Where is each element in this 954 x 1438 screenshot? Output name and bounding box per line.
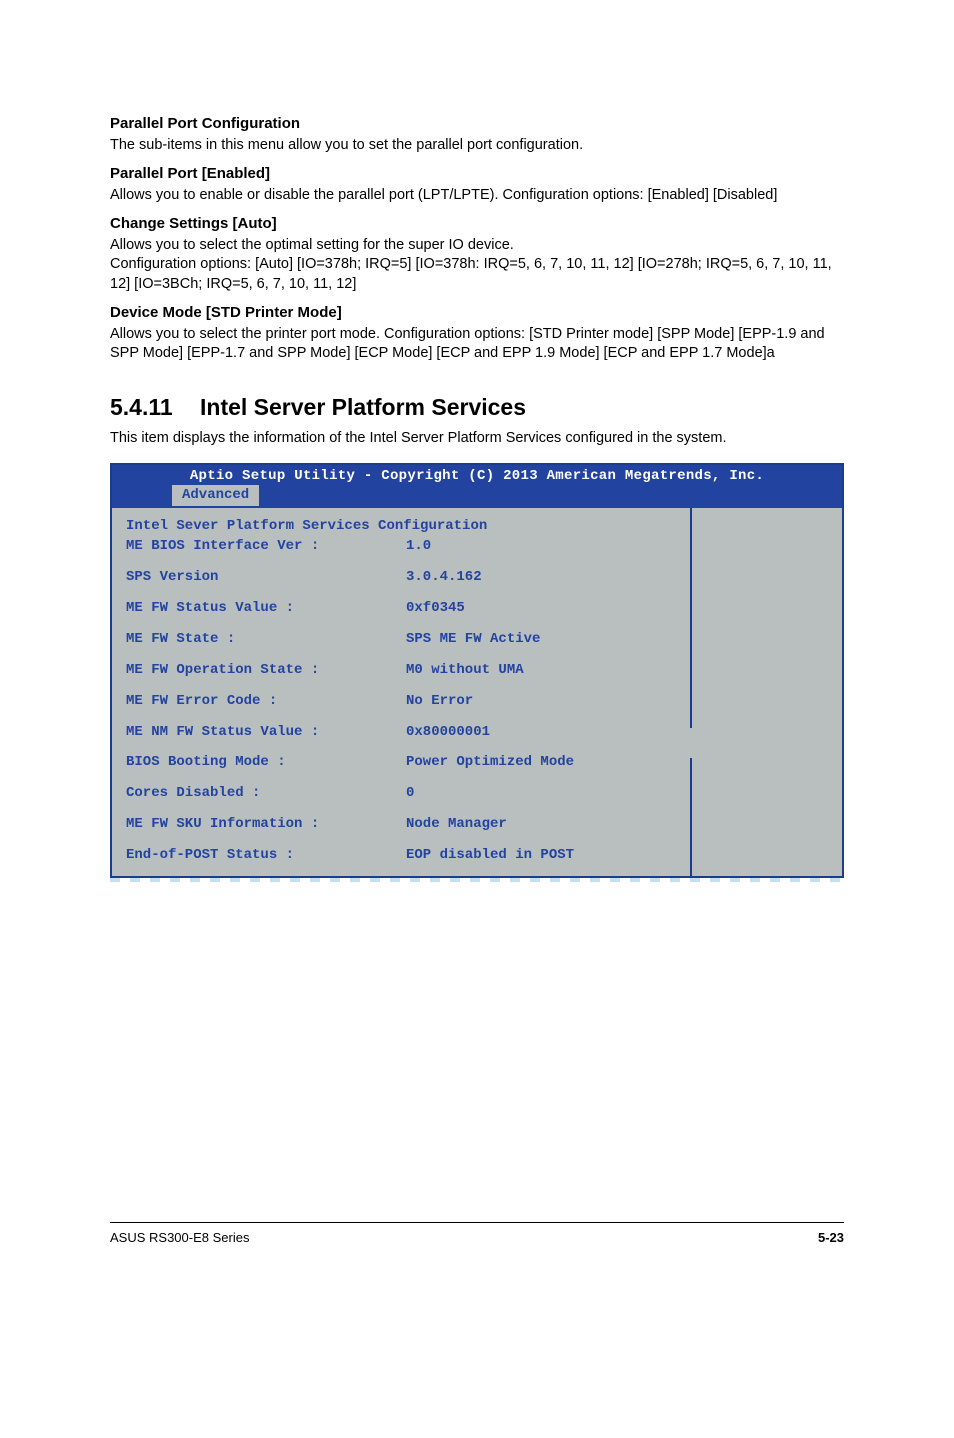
section-subtext: This item displays the information of th… [110, 429, 844, 449]
bios-torn-edge [110, 878, 844, 882]
bios-tab-advanced: Advanced [172, 485, 259, 506]
bios-row: SPS Version3.0.4.162 [126, 568, 828, 587]
bios-val: 0x80000001 [406, 723, 828, 742]
bios-spacer [126, 681, 828, 691]
bios-spacer [126, 804, 828, 814]
bios-screenshot: Aptio Setup Utility - Copyright (C) 2013… [110, 463, 844, 878]
heading-parallel-port-enabled: Parallel Port [Enabled] [110, 164, 844, 184]
bios-spacer [126, 712, 828, 722]
heading-device-mode: Device Mode [STD Printer Mode] [110, 303, 844, 323]
bios-key: ME FW SKU Information : [126, 815, 406, 834]
bios-val: 1.0 [406, 537, 828, 556]
bios-spacer [126, 557, 828, 567]
bios-tabrow: Advanced [112, 485, 842, 508]
bios-key: ME FW Status Value : [126, 599, 406, 618]
para-change-settings-1: Allows you to select the optimal setting… [110, 236, 844, 256]
para-device-mode: Allows you to select the printer port mo… [110, 325, 844, 364]
heading-parallel-config: Parallel Port Configuration [110, 114, 844, 134]
section-title-text: Intel Server Platform Services [200, 394, 526, 420]
heading-change-settings: Change Settings [Auto] [110, 214, 844, 234]
section-heading: 5.4.11Intel Server Platform Services [110, 392, 844, 423]
bios-key: ME BIOS Interface Ver : [126, 537, 406, 556]
bios-key: ME FW State : [126, 630, 406, 649]
bios-val: No Error [406, 692, 828, 711]
bios-key: Intel Sever Platform Services Configurat… [126, 517, 487, 536]
bios-row: BIOS Booting Mode :Power Optimized Mode [126, 753, 828, 772]
bios-spacer [126, 742, 828, 752]
bios-row: ME FW Error Code :No Error [126, 692, 828, 711]
bios-val: 0xf0345 [406, 599, 828, 618]
bios-key: Cores Disabled : [126, 784, 406, 803]
bios-val: M0 without UMA [406, 661, 828, 680]
bios-val: EOP disabled in POST [406, 846, 828, 865]
bios-key: End-of-POST Status : [126, 846, 406, 865]
bios-spacer [126, 835, 828, 845]
bios-titlebar: Aptio Setup Utility - Copyright (C) 2013… [112, 465, 842, 486]
bios-val: 0 [406, 784, 828, 803]
bios-body: Intel Sever Platform Services Configurat… [112, 508, 842, 876]
section-number: 5.4.11 [110, 392, 200, 423]
para-change-settings-2: Configuration options: [Auto] [IO=378h; … [110, 255, 844, 294]
para-parallel-port-enabled: Allows you to enable or disable the para… [110, 186, 844, 206]
bios-key: SPS Version [126, 568, 406, 587]
bios-key: BIOS Booting Mode : [126, 753, 406, 772]
bios-val: Power Optimized Mode [406, 753, 828, 772]
bios-key: ME NM FW Status Value : [126, 723, 406, 742]
bios-row: ME FW Operation State :M0 without UMA [126, 661, 828, 680]
footer-page-number: 5-23 [818, 1229, 844, 1247]
para-parallel-config: The sub-items in this menu allow you to … [110, 136, 844, 156]
bios-row: ME FW State :SPS ME FW Active [126, 630, 828, 649]
page-footer: ASUS RS300-E8 Series 5-23 [110, 1222, 844, 1247]
bios-row: ME FW SKU Information :Node Manager [126, 815, 828, 834]
bios-row: End-of-POST Status :EOP disabled in POST [126, 846, 828, 865]
bios-row: ME NM FW Status Value :0x80000001 [126, 723, 828, 742]
bios-spacer [126, 619, 828, 629]
bios-divider [690, 508, 692, 876]
bios-val: SPS ME FW Active [406, 630, 828, 649]
bios-spacer [126, 773, 828, 783]
bios-divider-gap [690, 728, 692, 758]
bios-val: 3.0.4.162 [406, 568, 828, 587]
bios-spacer [126, 588, 828, 598]
bios-row: Cores Disabled :0 [126, 784, 828, 803]
bios-val: Node Manager [406, 815, 828, 834]
bios-spacer [126, 650, 828, 660]
bios-key: ME FW Error Code : [126, 692, 406, 711]
bios-key: ME FW Operation State : [126, 661, 406, 680]
bios-row: Intel Sever Platform Services Configurat… [126, 517, 828, 536]
bios-row: ME FW Status Value :0xf0345 [126, 599, 828, 618]
footer-left: ASUS RS300-E8 Series [110, 1229, 249, 1247]
bios-row: ME BIOS Interface Ver :1.0 [126, 537, 828, 556]
